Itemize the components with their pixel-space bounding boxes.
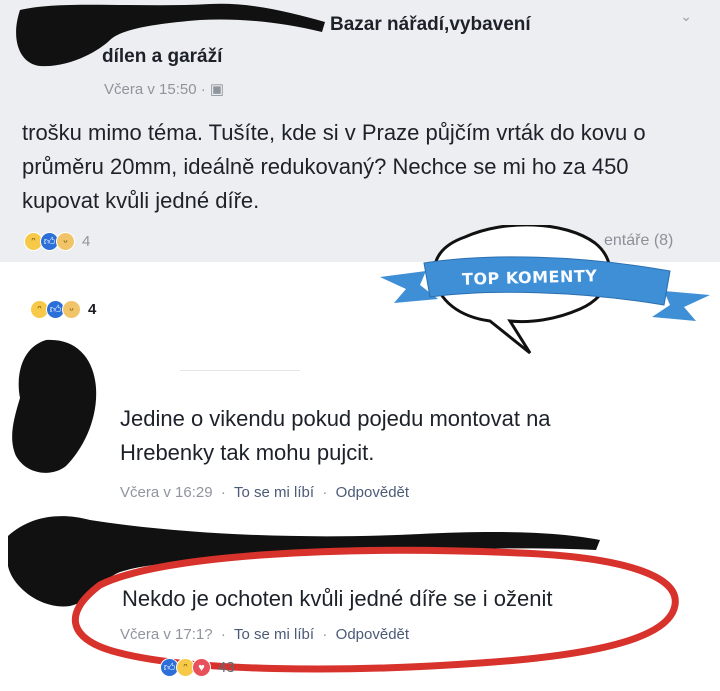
separator: · — [216, 626, 234, 643]
separator: · — [318, 484, 336, 501]
reaction-count: 43 — [218, 659, 235, 676]
privacy-icon: ▣ — [209, 81, 225, 98]
comment-time[interactable]: Včera v 16:29 — [120, 484, 213, 501]
lower-reactions[interactable]: ᵔ 👍︎ ᵕ 4 — [30, 300, 96, 319]
post-time-text[interactable]: Včera v 15:50 · — [104, 81, 210, 98]
sad-icon: ᵕ — [62, 300, 81, 319]
comment-time[interactable]: Včera v 17:1? — [120, 626, 213, 643]
group-name[interactable]: Bazar nářadí,vybavení — [330, 14, 531, 36]
divider — [180, 370, 300, 371]
post-reactions[interactable]: ᵔ 👍︎ ᵕ 4 — [24, 232, 90, 251]
group-name-continued[interactable]: dílen a garáží — [102, 46, 222, 68]
top-comments-badge — [380, 225, 710, 355]
comment-text: Nekdo je ochoten kvůli jedné díře se i o… — [122, 586, 553, 611]
like-link[interactable]: To se mi líbí — [234, 484, 314, 501]
post-body: trošku mimo téma. Tušíte, kde si v Praze… — [22, 120, 646, 213]
reaction-count: 4 — [82, 233, 91, 250]
comment-actions: Včera v 17:1? · To se mi líbí · Odpovědě… — [120, 626, 409, 643]
separator: · — [318, 626, 336, 643]
post-timestamp[interactable]: Včera v 15:50 · ▣ — [104, 80, 224, 98]
top-comments-label: TOP KOMENTY — [461, 266, 598, 289]
reaction-count: 4 — [88, 301, 97, 318]
reply-link[interactable]: Odpovědět — [336, 484, 409, 501]
separator: · — [216, 484, 234, 501]
comment-actions: Včera v 16:29 · To se mi líbí · Odpovědě… — [120, 484, 409, 501]
avatar-redaction — [12, 339, 97, 473]
comment-text: Jedine o vikendu pokud pojedu montovat n… — [120, 406, 551, 431]
comment-reactions[interactable]: 👍︎ ᵔ ♥ 43 — [160, 658, 235, 677]
reply-link[interactable]: Odpovědět — [336, 626, 409, 643]
comment-text-continued: Hrebenky tak mohu pujcit. — [120, 440, 375, 465]
love-icon: ♥ — [192, 658, 211, 677]
sad-icon: ᵕ — [56, 232, 75, 251]
post-card: Bazar nářadí,vybavení dílen a garáží Vče… — [0, 0, 720, 262]
like-link[interactable]: To se mi líbí — [234, 626, 314, 643]
chevron-down-icon[interactable]: ⌄ — [680, 8, 692, 25]
